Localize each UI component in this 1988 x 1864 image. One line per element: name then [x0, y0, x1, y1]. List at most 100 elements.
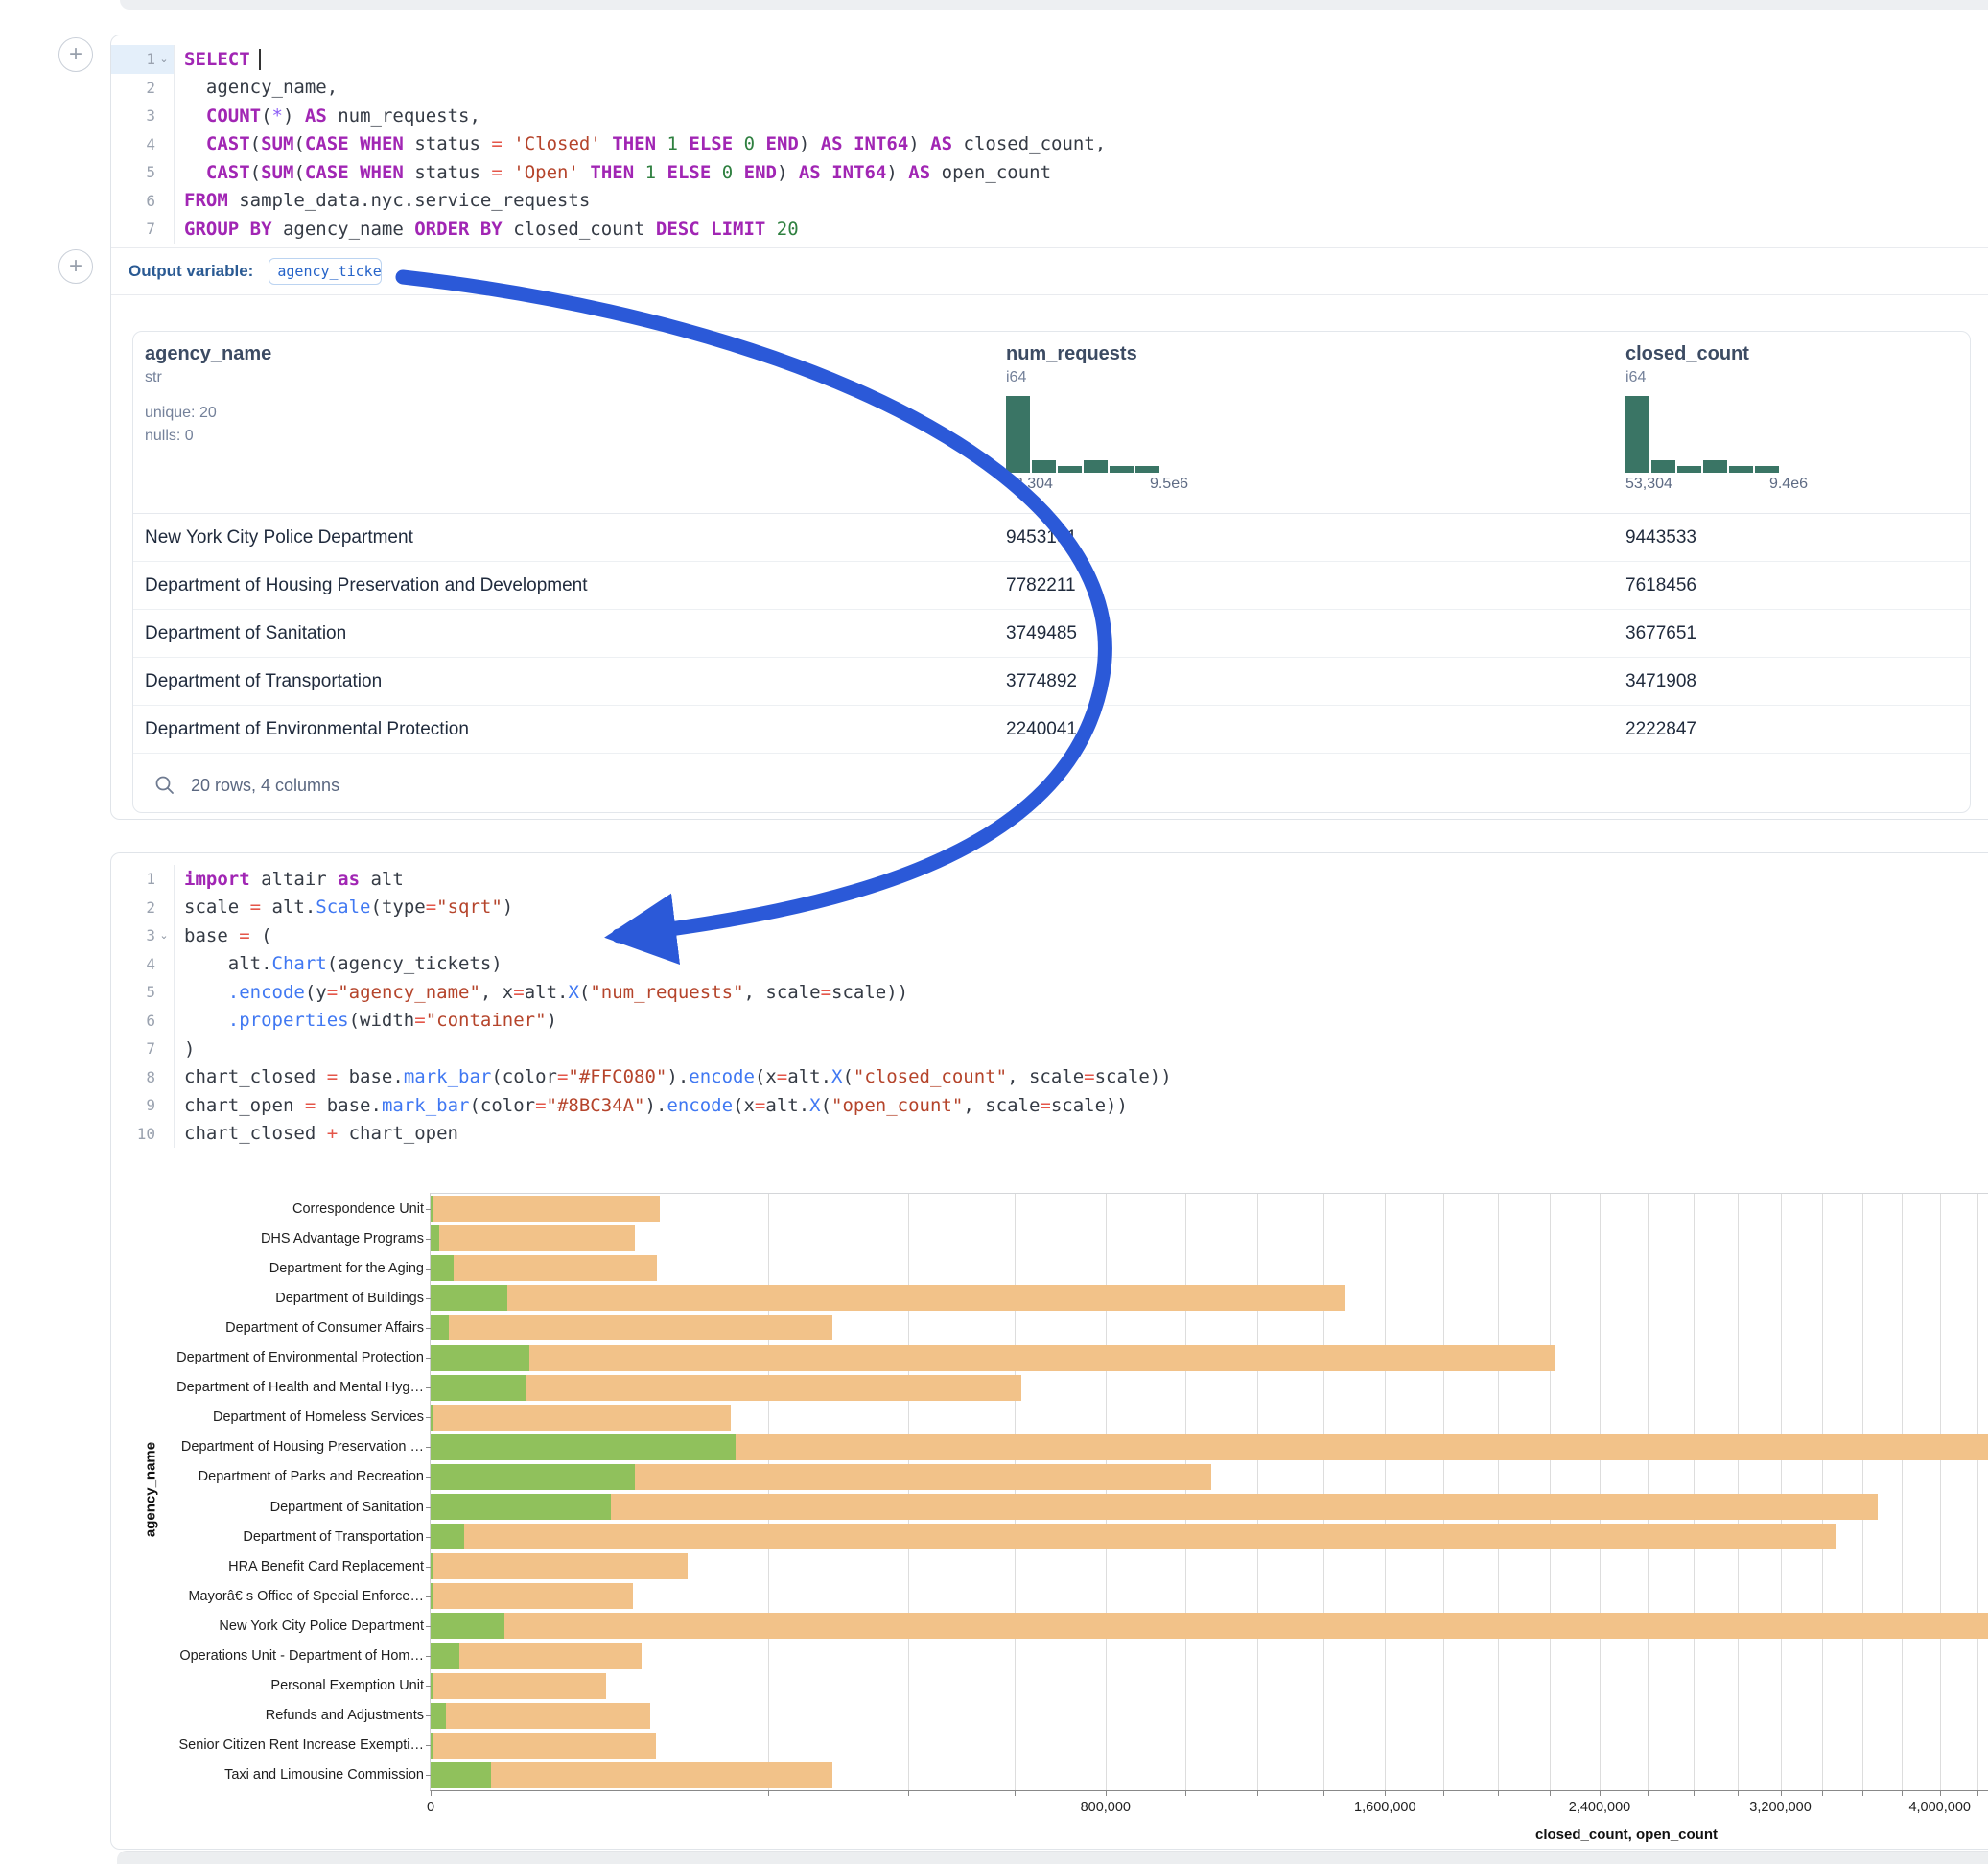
bar-closed-count[interactable] [431, 1553, 688, 1579]
bar-open-count[interactable] [431, 1315, 449, 1340]
bar-closed-count[interactable] [431, 1613, 1988, 1639]
y-axis-label: Taxi and Limousine Commission [224, 1767, 424, 1782]
result-table: agency_namestrunique: 20nulls: 0 num_requ… [132, 331, 1971, 813]
code-line[interactable]: 4 CAST(SUM(CASE WHEN status = 'Closed' T… [111, 130, 1988, 159]
fold-caret-icon[interactable]: ⌄ [155, 929, 173, 942]
code-line[interactable]: 10chart_closed + chart_open [111, 1120, 1988, 1149]
bar-closed-count[interactable] [431, 1524, 1836, 1549]
bar-open-count[interactable] [431, 1494, 611, 1520]
bar-closed-count[interactable] [431, 1315, 832, 1340]
bar-open-count[interactable] [431, 1375, 526, 1401]
bar-closed-count[interactable] [431, 1643, 642, 1669]
line-gutter: 2 [111, 74, 175, 103]
bar-open-count[interactable] [431, 1524, 464, 1549]
line-gutter: 6 [111, 187, 175, 216]
column-header-closed_count[interactable]: closed_counti6453,3049.4e6 [1625, 332, 1808, 493]
column-header-agency_name[interactable]: agency_namestrunique: 20nulls: 0 [145, 332, 271, 448]
bar-chart-plot: closed_count, open_count 0800,0001,600,0… [430, 1193, 1988, 1791]
bar-open-count[interactable] [431, 1553, 433, 1579]
y-axis-label: Personal Exemption Unit [270, 1678, 424, 1693]
y-axis-tick [426, 1477, 431, 1478]
gridline [1323, 1194, 1324, 1790]
gridline [1648, 1194, 1649, 1790]
bar-closed-count[interactable] [431, 1405, 731, 1431]
gridline [1385, 1194, 1386, 1790]
bar-closed-count[interactable] [431, 1494, 1878, 1520]
column-stats: unique: 20nulls: 0 [145, 402, 271, 448]
code-line[interactable]: 6FROM sample_data.nyc.service_requests [111, 187, 1988, 216]
bar-open-count[interactable] [431, 1643, 459, 1669]
table-cell: 3677651 [1625, 610, 1696, 657]
bar-closed-count[interactable] [431, 1673, 606, 1699]
python-code-editor[interactable]: 1import altair as alt2scale = alt.Scale(… [111, 865, 1988, 1148]
code-text: chart_closed + chart_open [175, 1123, 458, 1144]
code-line[interactable]: 9 chart_open = base.mark_bar(color="#8BC3… [111, 1091, 1988, 1120]
table-row[interactable]: Department of Environmental Protection22… [133, 706, 1970, 754]
code-line[interactable]: 3 COUNT(*) AS num_requests, [111, 102, 1988, 130]
code-line[interactable]: 6 .properties(width="container") [111, 1007, 1988, 1036]
table-cell: 7618456 [1625, 562, 1696, 609]
code-line[interactable]: 7) [111, 1035, 1988, 1063]
code-line[interactable]: 7GROUP BY agency_name ORDER BY closed_co… [111, 215, 1988, 244]
bar-closed-count[interactable] [431, 1225, 635, 1251]
gridline [1550, 1194, 1551, 1790]
bar-closed-count[interactable] [431, 1255, 657, 1281]
bar-open-count[interactable] [431, 1225, 439, 1251]
code-text: ) [175, 1038, 195, 1060]
column-type: i64 [1006, 369, 1188, 386]
bar-open-count[interactable] [431, 1762, 491, 1788]
table-row[interactable]: Department of Sanitation37494853677651 [133, 610, 1970, 658]
table-row[interactable]: Department of Transportation377489234719… [133, 658, 1970, 706]
bar-open-count[interactable] [431, 1583, 433, 1609]
line-number: 9 [111, 1096, 155, 1114]
bar-open-count[interactable] [431, 1613, 504, 1639]
bar-closed-count[interactable] [431, 1733, 656, 1759]
fold-caret-icon[interactable]: ⌄ [155, 53, 173, 65]
code-line[interactable]: 3⌄base = ( [111, 921, 1988, 950]
x-axis-tick [1600, 1790, 1601, 1796]
bar-closed-count[interactable] [431, 1703, 650, 1729]
table-row[interactable]: Department of Housing Preservation and D… [133, 562, 1970, 610]
code-text: chart_open = base.mark_bar(color="#8BC34… [175, 1095, 1128, 1116]
bar-open-count[interactable] [431, 1285, 507, 1311]
column-header-num_requests[interactable]: num_requestsi6453,3049.5e6 [1006, 332, 1188, 493]
divider [111, 294, 1988, 295]
code-line[interactable]: 5 CAST(SUM(CASE WHEN status = 'Open' THE… [111, 158, 1988, 187]
bar-open-count[interactable] [431, 1196, 433, 1222]
bar-closed-count[interactable] [431, 1345, 1555, 1371]
sql-code-editor[interactable]: 1⌄SELECT2 agency_name,3 COUNT(*) AS num_… [111, 45, 1988, 244]
search-icon[interactable] [154, 775, 175, 796]
add-cell-button[interactable]: + [58, 37, 93, 72]
bar-open-count[interactable] [431, 1673, 433, 1699]
code-line[interactable]: 8chart_closed = base.mark_bar(color="#FF… [111, 1063, 1988, 1092]
code-text: CAST(SUM(CASE WHEN status = 'Open' THEN … [175, 162, 1051, 183]
code-line[interactable]: 5 .encode(y="agency_name", x=alt.X("num_… [111, 978, 1988, 1007]
bar-open-count[interactable] [431, 1703, 446, 1729]
bar-open-count[interactable] [431, 1464, 635, 1490]
bar-open-count[interactable] [431, 1345, 529, 1371]
bar-closed-count[interactable] [431, 1583, 633, 1609]
table-row[interactable]: New York City Police Department945313194… [133, 514, 1970, 562]
code-line[interactable]: 1import altair as alt [111, 865, 1988, 894]
bar-open-count[interactable] [431, 1733, 433, 1759]
code-line[interactable]: 2scale = alt.Scale(type="sqrt") [111, 894, 1988, 922]
bar-open-count[interactable] [431, 1434, 736, 1460]
gridline [908, 1194, 909, 1790]
x-axis-tick [1822, 1790, 1823, 1796]
y-axis-label: HRA Benefit Card Replacement [228, 1559, 424, 1574]
add-cell-button[interactable]: + [58, 249, 93, 284]
code-line[interactable]: 4 alt.Chart(agency_tickets) [111, 950, 1988, 979]
code-line[interactable]: 1⌄SELECT [111, 45, 1988, 74]
output-variable-input[interactable]: agency_tickets [269, 258, 382, 285]
table-cell: 7782211 [1006, 562, 1076, 609]
y-axis-tick [426, 1507, 431, 1508]
y-axis-label: Department for the Aging [269, 1261, 424, 1276]
bar-open-count[interactable] [431, 1255, 454, 1281]
code-line[interactable]: 2 agency_name, [111, 74, 1988, 103]
code-text: CAST(SUM(CASE WHEN status = 'Closed' THE… [175, 133, 1106, 154]
bar-closed-count[interactable] [431, 1196, 660, 1222]
bar-closed-count[interactable] [431, 1285, 1345, 1311]
histogram-bar [1135, 466, 1159, 473]
bar-open-count[interactable] [431, 1405, 433, 1431]
histogram-bar [1729, 466, 1753, 473]
